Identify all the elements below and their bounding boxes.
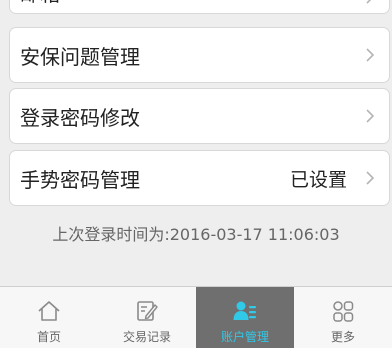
- settings-item-security-question-label: 安保问题管理: [20, 44, 140, 69]
- chevron-right-icon: [363, 45, 377, 65]
- settings-item-security-question[interactable]: 安保问题管理: [9, 27, 390, 83]
- tab-account-management[interactable]: 账户管理: [196, 287, 294, 348]
- bottom-tab-bar: 首页 交易记录 账户管理 更多: [0, 286, 392, 348]
- last-login-time: 上次登录时间为:2016-03-17 11:06:03: [52, 225, 340, 244]
- chevron-right-icon: [363, 106, 377, 126]
- edit-document-icon: [133, 297, 161, 325]
- tab-more-label: 更多: [330, 330, 355, 344]
- more-grid-icon: [329, 297, 357, 325]
- settings-item-gesture-password-label: 手势密码管理: [20, 167, 140, 192]
- tab-transactions[interactable]: 交易记录: [98, 287, 196, 348]
- chevron-right-icon: [363, 0, 377, 7]
- gesture-password-status: 已设置: [289, 168, 347, 191]
- settings-item-email[interactable]: 邮箱: [9, 0, 390, 14]
- settings-item-gesture-password[interactable]: 手势密码管理 已设置: [9, 150, 390, 206]
- tab-home[interactable]: 首页: [0, 287, 98, 348]
- account-settings-screen: 邮箱 安保问题管理 登录密码修改 手势密码管理 已设置 上次登录时间为:2016…: [0, 0, 392, 348]
- settings-item-login-password[interactable]: 登录密码修改: [9, 88, 390, 144]
- settings-item-email-label: 邮箱: [20, 0, 60, 7]
- tab-transactions-label: 交易记录: [122, 330, 171, 344]
- home-icon: [35, 297, 63, 325]
- tab-home-label: 首页: [36, 330, 61, 344]
- user-manage-icon: [231, 297, 259, 325]
- settings-item-login-password-label: 登录密码修改: [20, 105, 140, 130]
- chevron-right-icon: [363, 168, 377, 188]
- tab-account-management-label: 账户管理: [220, 330, 269, 344]
- tab-more[interactable]: 更多: [294, 287, 392, 348]
